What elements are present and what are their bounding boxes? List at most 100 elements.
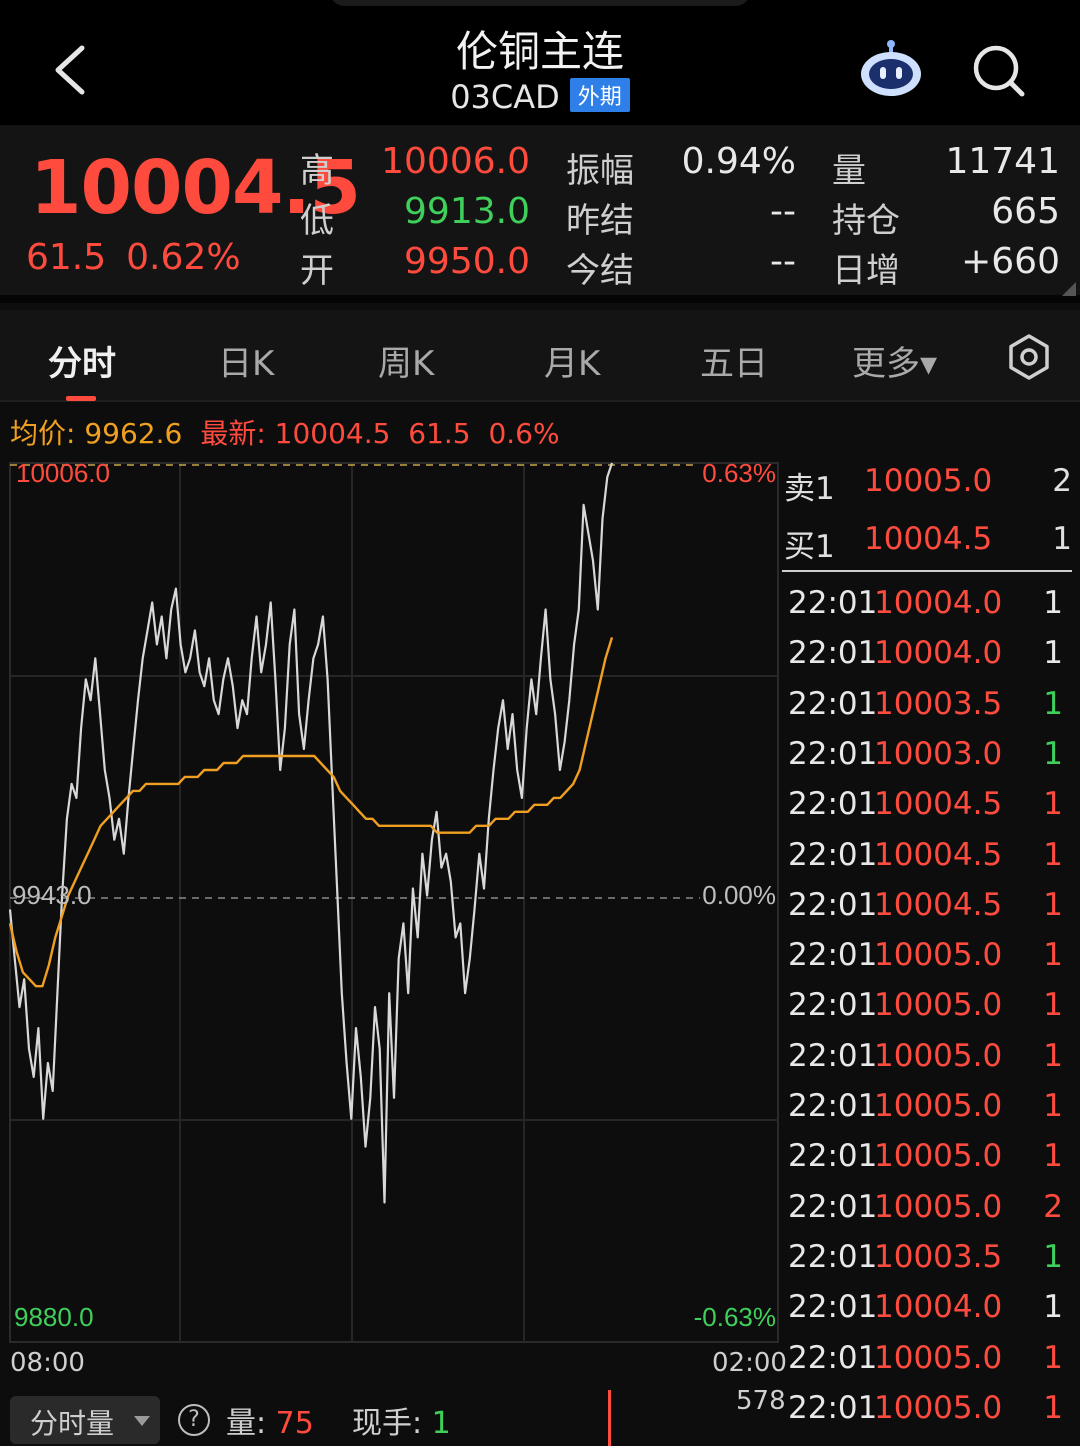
bid-price: 10004.5 — [864, 521, 993, 557]
tab-five-day[interactable]: 五日 — [700, 336, 768, 385]
high-value: 10006.0 — [381, 141, 530, 182]
y-label-top: 10006.0 — [16, 458, 110, 488]
latest-percent: 0.6% — [488, 417, 560, 450]
help-icon[interactable]: ? — [178, 1404, 210, 1436]
tick-volume: 1 — [1043, 1289, 1063, 1326]
status-notch — [330, 0, 750, 6]
tick-time: 22:01 — [788, 1138, 878, 1175]
ask-price: 10005.0 — [864, 463, 993, 499]
bid-label: 买1 — [784, 529, 835, 565]
tick-row: 22:01 10005.0 1 — [788, 1088, 1073, 1138]
tick-volume: 1 — [1043, 1138, 1063, 1175]
tick-price: 10004.5 — [874, 886, 1003, 923]
expand-corner-icon[interactable] — [1062, 282, 1076, 296]
tick-time: 22:01 — [788, 1339, 878, 1376]
tick-time: 22:01 — [788, 1088, 878, 1124]
prev-settle-label: 昨结 — [566, 201, 634, 241]
tick-volume: 1 — [1043, 987, 1063, 1024]
tick-row: 22:01 10005.0 1 — [788, 1390, 1073, 1440]
tab-weekly-k[interactable]: 周K — [378, 336, 434, 385]
low-label: 低 — [300, 201, 334, 241]
tick-volume: 1 — [1043, 735, 1063, 772]
settings-icon[interactable] — [1004, 332, 1054, 382]
intraday-chart[interactable]: 10006.0 9943.0 9880.0 0.63% 0.00% -0.63% — [0, 450, 782, 1350]
pct-label-mid: 0.00% — [702, 880, 776, 910]
tick-row: 22:01 10005.0 1 — [788, 1038, 1073, 1088]
tick-price: 10005.0 — [874, 937, 1003, 974]
tick-price: 10005.0 — [874, 1389, 1003, 1426]
avg-price-label: 均价: — [10, 417, 76, 450]
tick-row: 22:01 10003.5 1 — [788, 686, 1073, 736]
tick-time: 22:01 — [788, 585, 878, 621]
tick-price: 10005.0 — [874, 987, 1003, 1024]
tab-more[interactable]: 更多▾ — [852, 336, 937, 385]
tick-time: 22:01 — [788, 1188, 878, 1225]
change-percent: 0.62% — [126, 237, 241, 278]
bid-qty: 1 — [1052, 521, 1072, 557]
tick-price: 10005.0 — [874, 1339, 1003, 1376]
open-label: 开 — [300, 251, 334, 291]
tick-time: 22:01 — [788, 1037, 878, 1074]
tick-volume: 2 — [1043, 1188, 1063, 1225]
settle-value: -- — [770, 241, 796, 282]
tab-monthly-k[interactable]: 月K — [544, 336, 600, 385]
volume-type-label: 分时量 — [30, 1407, 115, 1440]
low-value: 9913.0 — [404, 191, 530, 232]
tick-price: 10003.0 — [874, 735, 1003, 772]
tab-intraday[interactable]: 分时 — [48, 336, 116, 385]
tick-time: 22:01 — [788, 735, 878, 772]
prev-settle-value: -- — [770, 191, 796, 232]
amplitude-label: 振幅 — [566, 151, 634, 191]
tick-row: 22:01 10005.0 1 — [788, 1340, 1073, 1390]
tick-row: 22:01 10004.5 1 — [788, 837, 1073, 887]
tick-time: 22:01 — [788, 685, 878, 722]
oi-change-label: 日增 — [832, 251, 900, 291]
tick-row: 22:01 10005.0 1 — [788, 937, 1073, 987]
tick-price: 10004.0 — [874, 1289, 1003, 1326]
chart-frame — [9, 462, 779, 1343]
tick-price: 10004.5 — [874, 786, 1003, 823]
volume-label: 量 — [832, 151, 866, 191]
avg-price-line — [8, 637, 614, 988]
tab-daily-k[interactable]: 日K — [218, 336, 274, 385]
tick-price: 10004.0 — [874, 585, 1003, 621]
chart-grid — [9, 462, 779, 1343]
robot-assistant-icon[interactable] — [858, 38, 924, 100]
tick-price: 10003.5 — [874, 1238, 1003, 1275]
tick-time: 22:01 — [788, 1289, 878, 1326]
tick-price: 10004.0 — [874, 635, 1003, 672]
vol-label: 量: — [226, 1406, 267, 1441]
volume-toolbar: 分时量 ? 量: 75 现手: 1 — [0, 1384, 782, 1446]
latest-info: 最新: 10004.5 61.5 0.6% — [200, 417, 559, 450]
tick-time: 22:01 — [788, 786, 878, 823]
header-bar: 伦铜主连 03CAD 外期 — [0, 0, 1080, 125]
chart-tabs: 分时 日K 周K 月K 五日 更多▾ — [0, 310, 1080, 402]
tick-volume: 1 — [1043, 786, 1063, 823]
volume-info: 量: 75 现手: 1 — [226, 1398, 451, 1442]
chart-lines — [8, 462, 614, 1204]
tick-price: 10005.0 — [874, 1037, 1003, 1074]
volume-type-select[interactable]: 分时量 — [10, 1396, 160, 1444]
caret-down-icon — [134, 1416, 150, 1426]
tick-row: 22:01 10003.5 1 — [788, 1239, 1073, 1289]
instrument-code-text: 03CAD — [450, 78, 560, 116]
tick-volume: 1 — [1043, 1389, 1063, 1426]
tick-volume: 1 — [1043, 1088, 1063, 1124]
search-icon[interactable] — [968, 40, 1028, 100]
tick-volume: 1 — [1043, 685, 1063, 722]
tick-row: 22:01 10005.0 2 — [788, 1189, 1073, 1239]
tick-time: 22:01 — [788, 1389, 878, 1426]
tick-price: 10003.5 — [874, 685, 1003, 722]
tick-time: 22:01 — [788, 1238, 878, 1275]
quote-panel: 10004.5 61.5 0.62% 高 低 开 10006.0 9913.0 9… — [0, 125, 1080, 303]
settle-label: 今结 — [566, 251, 634, 291]
tick-volume: 1 — [1043, 1238, 1063, 1275]
tick-time: 22:01 — [788, 987, 878, 1024]
price-line — [8, 462, 614, 1204]
tick-volume: 1 — [1043, 635, 1063, 672]
tick-price: 10005.0 — [874, 1138, 1003, 1175]
book-divider — [782, 570, 1072, 572]
tick-row: 22:01 10004.0 1 — [788, 1289, 1073, 1339]
ask-qty: 2 — [1052, 463, 1072, 499]
tick-row: 22:01 10004.0 1 — [788, 635, 1073, 685]
